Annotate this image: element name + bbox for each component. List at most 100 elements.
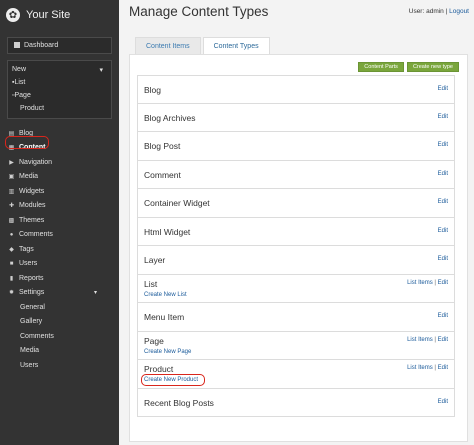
panel-actions: Content Parts Create new type	[358, 62, 459, 72]
sidebar-item-label: Media	[19, 173, 39, 181]
list-item: Blog Archives Edit	[137, 103, 455, 132]
edit-link[interactable]: Edit	[438, 337, 448, 343]
sidebar-item-users[interactable]: ■ Users	[0, 257, 119, 272]
widgets-icon: ▥	[8, 188, 15, 195]
new-product-item[interactable]: Product	[8, 102, 111, 115]
sidebar-subitem-label: Gallery	[20, 318, 43, 326]
sidebar-item-reports[interactable]: ▮ Reports	[0, 271, 119, 286]
edit-link[interactable]: Edit	[438, 256, 448, 262]
new-list-label: List	[14, 79, 26, 86]
sidebar-item-tags[interactable]: ◆ Tags	[0, 242, 119, 257]
type-name: Product	[144, 364, 174, 374]
type-name: Layer	[144, 255, 166, 265]
type-name: List	[144, 278, 158, 289]
edit-link[interactable]: Edit	[438, 114, 448, 120]
sidebar: ✿ Your Site Dashboard New ▾ ▪ List ▫ Pag…	[0, 0, 119, 445]
list-item: Product Create New Product List Items | …	[137, 360, 455, 389]
orchard-logo-icon: ✿	[6, 8, 20, 22]
reports-icon: ▮	[9, 275, 14, 282]
new-list-item[interactable]: ▪ List	[8, 76, 111, 89]
list-item: Comment Edit	[137, 160, 455, 189]
edit-link[interactable]: Edit	[438, 86, 448, 92]
sidebar-subitem-gallery[interactable]: Gallery	[0, 315, 119, 330]
sidebar-item-navigation[interactable]: ▶ Navigation	[0, 155, 119, 170]
sidebar-subitem-general[interactable]: General	[0, 300, 119, 315]
list-item: Page Create New Page List Items | Edit	[137, 331, 455, 360]
create-product-highlight-annotation	[141, 374, 205, 386]
tab-content-types[interactable]: Content Types	[202, 37, 270, 54]
create-new-page-link[interactable]: Create New Page	[144, 349, 191, 355]
sidebar-item-label: Tags	[19, 245, 34, 253]
sidebar-item-label: Reports	[19, 274, 44, 282]
chevron-down-icon: ▾	[99, 66, 103, 74]
sidebar-item-comments[interactable]: ● Comments	[0, 228, 119, 243]
modules-icon: ✚	[8, 203, 15, 210]
sidebar-item-label: Comments	[19, 231, 53, 239]
list-item: Recent Blog Posts Edit	[137, 388, 455, 417]
brand[interactable]: ✿ Your Site	[0, 0, 119, 30]
media-icon: ▣	[8, 174, 15, 181]
main-area: Manage Content Types User: admin | Logou…	[119, 0, 474, 445]
list-item: List Create New List List Items | Edit	[137, 274, 455, 303]
sidebar-subitem-label: Users	[20, 361, 39, 369]
sidebar-nav: ▤ Blog ▦ Content ▶ Navigation ▣ Media ▥ …	[0, 126, 119, 373]
sidebar-subitem-label: Media	[20, 347, 40, 355]
tab-content-items[interactable]: Content Items	[135, 37, 201, 54]
content-types-panel: Content Parts Create new type Blog Edit …	[129, 54, 468, 442]
type-name: Blog Post	[144, 141, 181, 151]
settings-icon: ✹	[8, 290, 15, 297]
content-parts-button[interactable]: Content Parts	[358, 62, 404, 72]
edit-link[interactable]: Edit	[438, 199, 448, 205]
list-items-link[interactable]: List Items	[407, 365, 433, 371]
dashboard-icon	[14, 41, 20, 50]
sidebar-subitem-comments[interactable]: Comments	[0, 329, 119, 344]
sidebar-item-label: Settings	[19, 289, 45, 297]
sidebar-subitem-media[interactable]: Media	[0, 344, 119, 359]
type-name: Menu Item	[144, 312, 185, 322]
edit-link[interactable]: Edit	[438, 313, 448, 319]
list-items-link[interactable]: List Items	[407, 337, 433, 343]
dashboard-link[interactable]: Dashboard	[7, 37, 112, 54]
user-bar: User: admin | Logout	[409, 8, 469, 15]
sidebar-item-widgets[interactable]: ▥ Widgets	[0, 184, 119, 199]
sidebar-subitem-users[interactable]: Users	[0, 358, 119, 373]
chevron-down-icon: ▾	[93, 290, 97, 297]
site-name: Your Site	[26, 9, 71, 21]
type-name: Blog	[144, 85, 162, 95]
type-name: Blog Archives	[144, 112, 196, 123]
new-product-label: Product	[20, 105, 45, 112]
sidebar-item-media[interactable]: ▣ Media	[0, 170, 119, 185]
tags-icon: ◆	[9, 246, 14, 253]
type-name: Html Widget	[144, 226, 191, 237]
sidebar-item-themes[interactable]: ▩ Themes	[0, 213, 119, 228]
edit-link[interactable]: Edit	[438, 171, 448, 177]
sidebar-item-modules[interactable]: ✚ Modules	[0, 199, 119, 214]
navigation-icon: ▶	[9, 159, 14, 166]
list-item: Container Widget Edit	[137, 189, 455, 218]
edit-link[interactable]: Edit	[438, 280, 448, 286]
user-name: User: admin	[408, 8, 444, 15]
logout-link[interactable]: Logout	[449, 8, 469, 15]
users-icon: ■	[9, 260, 14, 267]
create-new-list-link[interactable]: Create New List	[144, 292, 187, 298]
page-title: Manage Content Types	[129, 4, 269, 19]
sidebar-subitem-label: Comments	[20, 332, 54, 340]
list-item: Menu Item Edit	[137, 303, 455, 332]
content-type-list: Blog Edit Blog Archives Edit Blog Post E…	[137, 75, 455, 417]
edit-link[interactable]: Edit	[438, 365, 448, 371]
edit-link[interactable]: Edit	[438, 142, 448, 148]
new-menu-header[interactable]: New ▾	[8, 65, 111, 76]
sidebar-item-settings[interactable]: ✹ Settings ▾	[0, 286, 119, 301]
content-highlight-annotation	[5, 136, 49, 149]
create-new-type-button[interactable]: Create new type	[406, 62, 459, 72]
type-name: Page	[144, 335, 164, 346]
new-page-item[interactable]: ▫ Page	[8, 89, 111, 102]
list-items-link[interactable]: List Items	[407, 280, 433, 286]
type-name: Comment	[144, 169, 181, 180]
list-item: Blog Edit	[137, 75, 455, 104]
sidebar-item-label: Widgets	[19, 187, 45, 195]
edit-link[interactable]: Edit	[438, 228, 448, 234]
edit-link[interactable]: Edit	[438, 399, 448, 405]
list-item: Layer Edit	[137, 246, 455, 275]
sidebar-item-label: Users	[19, 260, 38, 268]
